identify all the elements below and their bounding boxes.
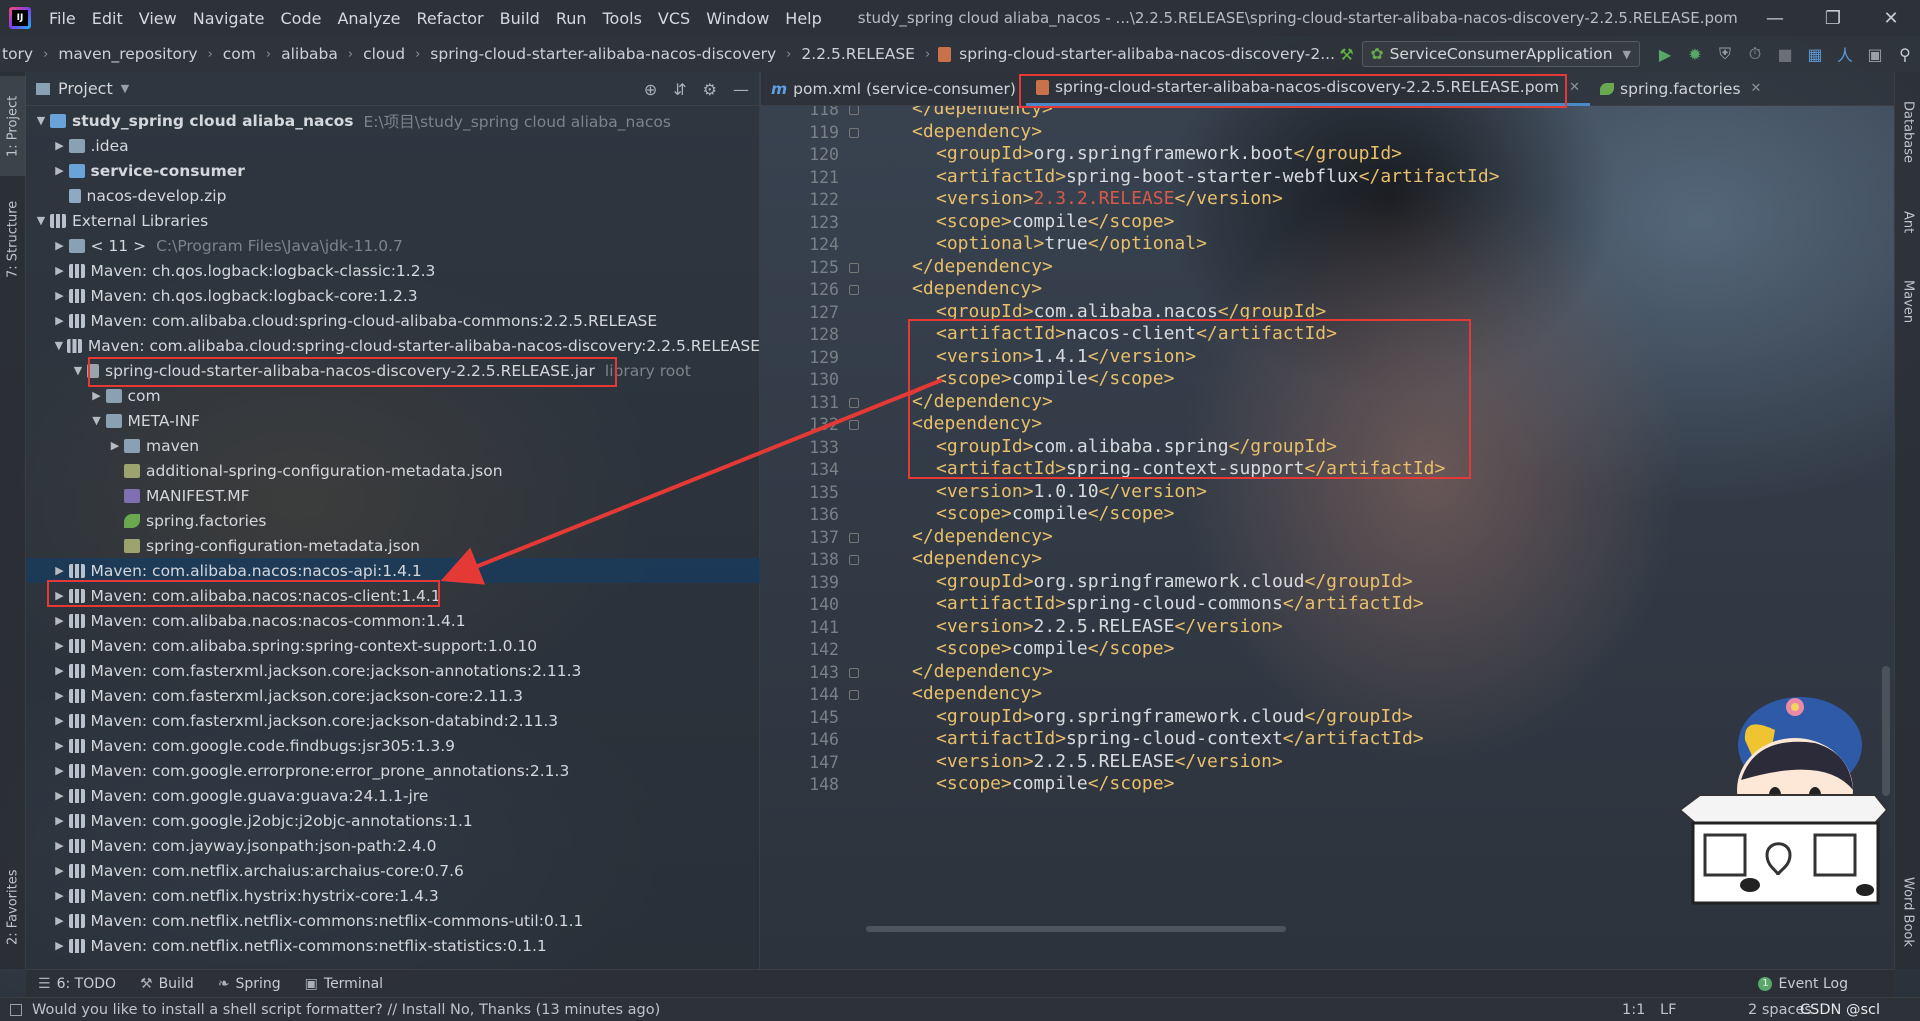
arrow-tail: [909, 379, 943, 396]
mascot-sticker: [1678, 697, 1889, 905]
arrow-line: [440, 378, 943, 585]
annotation-arrow: [440, 378, 943, 585]
